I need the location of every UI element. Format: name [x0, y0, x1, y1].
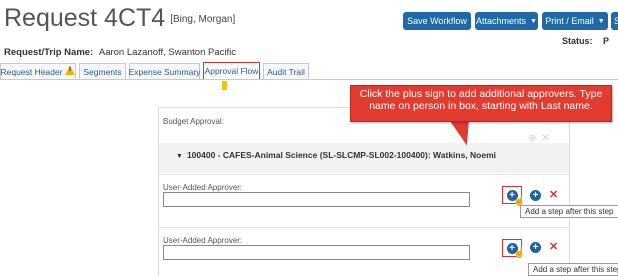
cursor-highlight: [222, 81, 227, 90]
cost-center-approver: ▼ 100400 - CAFES-Animal Science (SL-SLCMP…: [176, 150, 496, 160]
tab-audit-trail[interactable]: Audit Trail: [263, 63, 309, 79]
print-email-label: Print / Email: [545, 16, 594, 26]
plus-circle-icon[interactable]: +: [530, 242, 541, 253]
tab-divider: [0, 79, 618, 80]
tab-label: Expense Summary: [128, 66, 201, 77]
status-label: Status:: [561, 36, 593, 46]
warning-icon: [65, 66, 76, 75]
tab-expense-summary[interactable]: Expense Summary: [129, 63, 200, 79]
tab-segments[interactable]: Segments: [79, 63, 126, 79]
budget-approval-label: Budget Approval:: [163, 117, 224, 126]
request-owner: [Bing, Morgan]: [170, 13, 236, 25]
chevron-down-icon: ▼: [597, 17, 605, 25]
pointer-cursor-icon: ☝: [513, 248, 526, 259]
status: Status: P: [562, 36, 609, 46]
user-added-approver-label: User-Added Approver:: [163, 183, 243, 192]
add-step-tooltip: Add a step after this step: [528, 263, 618, 276]
triangle-down-icon[interactable]: ▼: [176, 153, 183, 160]
status-value: P: [602, 36, 609, 46]
attachments-label: Attachments: [476, 16, 527, 26]
trip-name-value: Aaron Lazanoff, Swanton Pacific: [98, 47, 236, 58]
tab-request-header[interactable]: Request Header: [0, 63, 76, 79]
add-step-tooltip: Add a step after this step: [520, 205, 618, 218]
tab-label: Segments: [83, 66, 122, 77]
instruction-callout: Click the plus sign to add additional ap…: [350, 85, 612, 122]
tab-approval-flow[interactable]: Approval Flow: [203, 62, 260, 79]
divider: [159, 174, 569, 175]
cost-center-label: 100400 - CAFES-Animal Science (SL-SLCMP-…: [186, 150, 497, 160]
tab-label: Approval Flow: [204, 66, 259, 76]
plus-circle-icon[interactable]: +: [530, 190, 541, 201]
divider: [159, 227, 569, 228]
user-added-approver-label: User-Added Approver:: [163, 236, 243, 245]
trip-name: Request/Trip Name: Aaron Lazanoff, Swant…: [4, 47, 236, 58]
print-email-button[interactable]: Print / Email ▼: [542, 12, 608, 30]
save-workflow-button[interactable]: Save Workflow: [403, 12, 471, 30]
approver-name-input[interactable]: [163, 192, 470, 207]
tab-label: Audit Trail: [267, 66, 305, 77]
attachments-button[interactable]: Attachments ▼: [475, 12, 538, 30]
request-title: Request 4CT4: [4, 4, 166, 32]
approver-name-input[interactable]: [163, 245, 470, 260]
x-icon[interactable]: ✕: [549, 188, 558, 201]
x-icon[interactable]: ✕: [549, 240, 558, 253]
page-title: Request 4CT4 [Bing, Morgan]: [4, 4, 235, 33]
tab-label: Request Header: [0, 66, 63, 77]
chevron-down-icon: ▼: [530, 17, 537, 25]
submit-button[interactable]: S: [611, 12, 618, 30]
trip-name-label: Request/Trip Name:: [4, 47, 94, 58]
